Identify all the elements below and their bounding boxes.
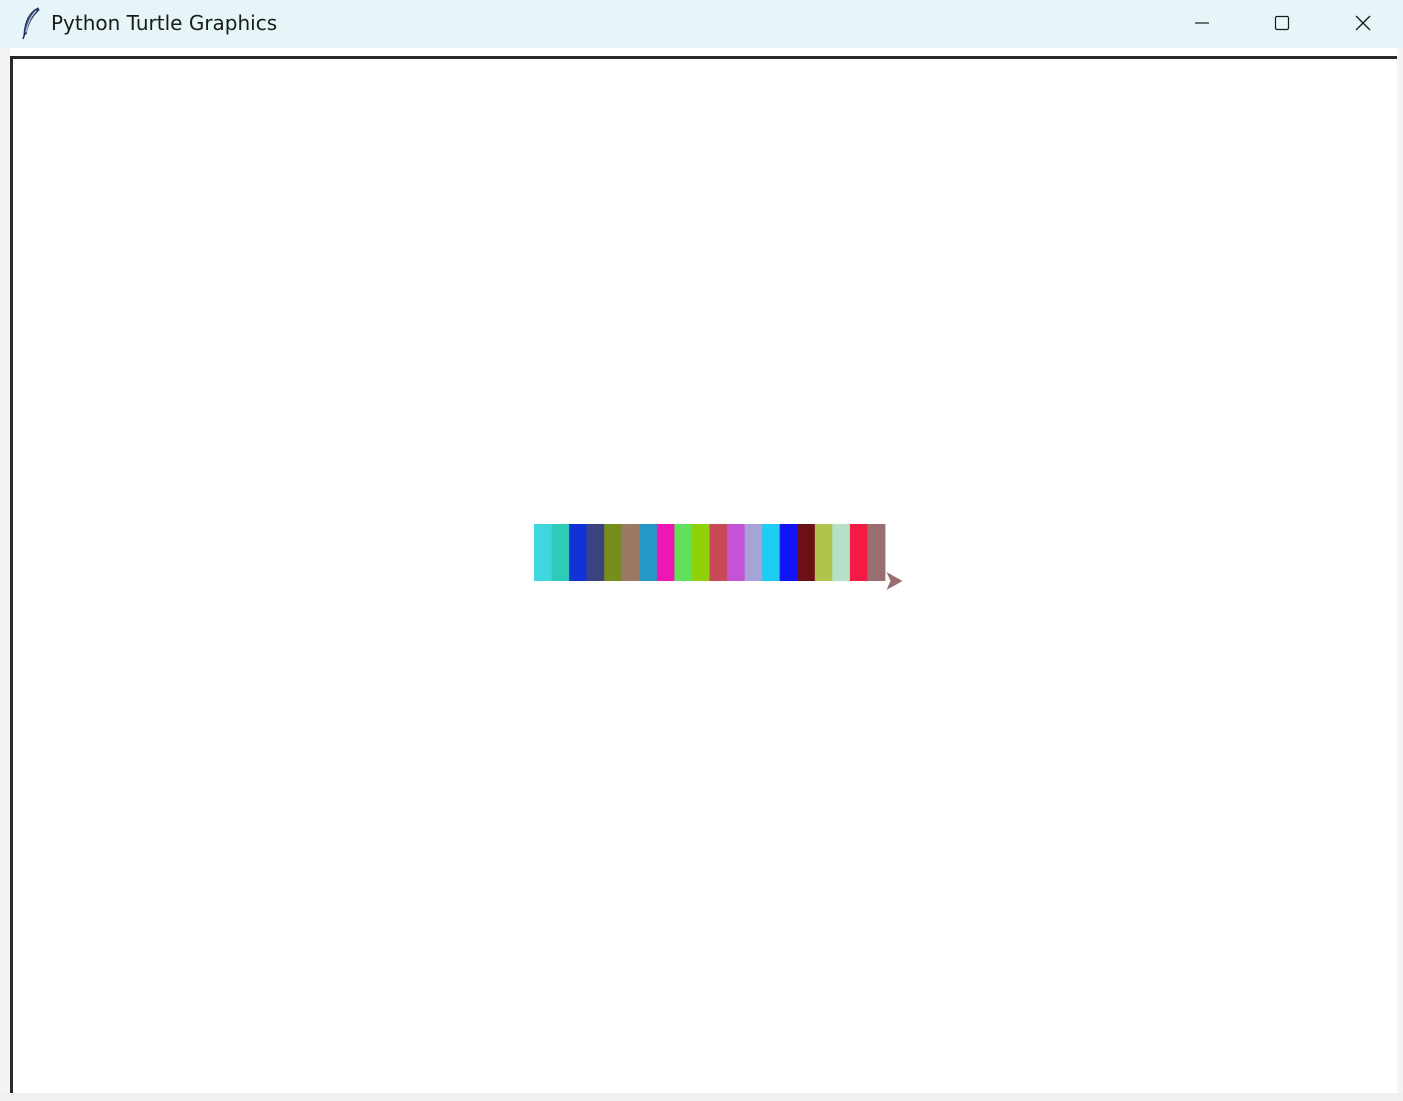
window-frame-right [1397, 48, 1403, 1101]
turtle-canvas[interactable] [10, 56, 1397, 1093]
color-stripe [797, 524, 816, 581]
color-stripe [779, 524, 798, 581]
color-stripe [727, 524, 745, 581]
turtle-arrow-icon [886, 572, 903, 590]
feather-icon [18, 6, 44, 40]
color-stripe [586, 524, 605, 581]
color-stripe [691, 524, 710, 581]
close-icon [1354, 14, 1372, 32]
color-stripe [569, 524, 588, 581]
maximize-icon [1273, 14, 1291, 32]
color-stripe [551, 524, 570, 581]
minimize-icon [1193, 14, 1211, 32]
color-stripe [709, 524, 728, 581]
color-stripe [867, 524, 886, 581]
color-stripe [656, 524, 675, 581]
color-stripe [604, 524, 623, 581]
color-stripe [814, 524, 833, 581]
turtle-window: Python Turtle Graphics [0, 0, 1403, 1101]
window-title: Python Turtle Graphics [51, 11, 278, 35]
close-button[interactable] [1323, 0, 1403, 46]
color-stripe [762, 524, 781, 581]
color-stripe [744, 524, 763, 581]
minimize-button[interactable] [1162, 0, 1242, 46]
color-stripe [621, 524, 640, 581]
color-stripe [534, 524, 552, 581]
color-stripe [674, 524, 693, 581]
window-frame-left [0, 48, 10, 1101]
title-bar[interactable]: Python Turtle Graphics [0, 0, 1403, 48]
drawing-surface [534, 524, 903, 590]
window-frame-bottom [0, 1093, 1403, 1101]
maximize-button[interactable] [1242, 0, 1322, 46]
color-stripe [849, 524, 868, 581]
color-stripe [639, 524, 658, 581]
color-stripe [832, 524, 851, 581]
